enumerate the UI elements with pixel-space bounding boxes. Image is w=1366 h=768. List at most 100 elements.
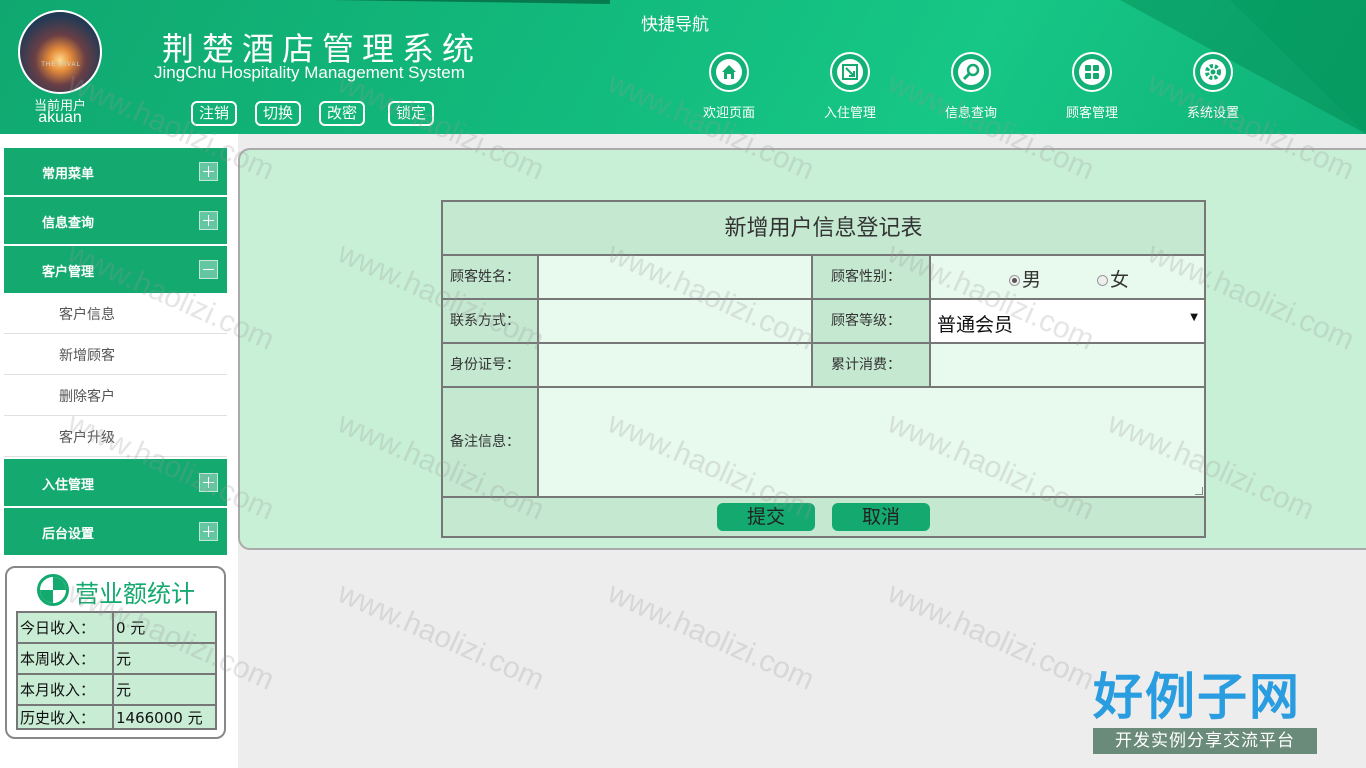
nav-checkin-label: 入住管理 (823, 106, 876, 121)
form-title: 新增用户信息登记表 (443, 202, 1204, 256)
nav-customer-label: 顾客管理 (1065, 106, 1118, 121)
id-number-input[interactable] (539, 344, 811, 386)
menu-backend-settings[interactable]: 后台设置 (4, 508, 227, 555)
submenu-label: 新增顾客 (59, 348, 115, 364)
current-user-name: akuan (38, 109, 82, 126)
plus-icon (199, 522, 218, 541)
plus-icon (199, 211, 218, 230)
total-spend-input[interactable] (931, 344, 1204, 386)
stat-label: 历史收入： (16, 704, 114, 730)
menu-backend-settings-label: 后台设置 (42, 527, 95, 542)
brand-name: 好例子网 (1093, 668, 1301, 726)
checkin-icon (830, 52, 870, 92)
cancel-button[interactable]: 取消 (832, 503, 930, 531)
nav-search[interactable]: 信息查询 (926, 52, 1016, 121)
stat-value: 元 (112, 673, 217, 706)
revenue-stats-title: 营业额统计 (75, 580, 195, 608)
revenue-table: 今日收入： 0 元 本周收入：元 本月收入：元 历史收入： 1466000 元 (16, 611, 217, 730)
menu-common-label: 常用菜单 (42, 167, 95, 182)
system-subtitle: JingChu Hospitality Management System (154, 63, 465, 82)
plus-icon (199, 162, 218, 181)
table-row: 本周收入：元 (16, 642, 217, 675)
phone-label: 联系方式： (443, 300, 539, 344)
plus-icon (199, 473, 218, 492)
spend-cell (931, 344, 1204, 388)
nav-welcome-label: 欢迎页面 (702, 106, 755, 121)
menu-checkin-mgmt-label: 入住管理 (42, 478, 95, 493)
stat-value: 1466000 元 (112, 704, 217, 730)
customer-registration-form: 新增用户信息登记表 顾客姓名： 顾客性别： 男 女 联系方式： 顾客等级： 普通… (441, 200, 1206, 538)
radio-unchecked-icon (1097, 275, 1108, 286)
header: THE RIVAL 当前用户 akuan 荆楚酒店管理系统 JingChu Ho… (0, 0, 1366, 134)
grid-icon (1072, 52, 1112, 92)
submenu-upgrade-customer[interactable]: 客户升级 (4, 416, 227, 457)
menu-info-query[interactable]: 信息查询 (4, 197, 227, 244)
stat-label: 本月收入： (16, 673, 114, 706)
menu-customer-mgmt[interactable]: 客户管理 (4, 246, 227, 293)
quick-nav-title: 快捷导航 (641, 15, 709, 35)
switch-user-button[interactable]: 切换 (255, 101, 302, 126)
dropdown-arrow-icon: ▼ (1190, 312, 1198, 323)
name-label: 顾客姓名： (443, 256, 539, 300)
submenu-add-customer[interactable]: 新增顾客 (4, 334, 227, 375)
level-select-value: 普通会员 (937, 314, 1014, 336)
radio-checked-icon (1009, 275, 1020, 286)
stat-label: 本周收入： (16, 642, 114, 675)
submenu-customer-info[interactable]: 客户信息 (4, 293, 227, 334)
gender-male-label: 男 (1022, 269, 1042, 291)
spend-label: 累计消费： (813, 344, 931, 388)
gear-icon (1193, 52, 1233, 92)
gender-label: 顾客性别： (813, 256, 931, 300)
level-label: 顾客等级： (813, 300, 931, 344)
submit-button[interactable]: 提交 (717, 503, 815, 531)
menu-checkin-mgmt[interactable]: 入住管理 (4, 459, 227, 506)
phone-cell (539, 300, 813, 344)
change-password-button[interactable]: 改密 (319, 101, 366, 126)
gender-female-radio[interactable]: 女 (1097, 265, 1129, 292)
remark-textarea[interactable] (539, 388, 1204, 498)
resize-handle-icon[interactable] (1195, 487, 1203, 495)
brand-logo: 好例子网 开发实例分享交流平台 (1093, 668, 1319, 754)
submenu-label: 删除客户 (59, 389, 115, 405)
nav-search-label: 信息查询 (944, 106, 997, 121)
table-row: 历史收入： 1466000 元 (16, 704, 217, 730)
phone-input[interactable] (539, 300, 811, 342)
menu-common[interactable]: 常用菜单 (4, 148, 227, 195)
id-cell (539, 344, 813, 388)
watermark-text: www.haolizi.com (333, 576, 550, 697)
avatar-text: THE RIVAL (41, 62, 81, 68)
submenu-label: 客户信息 (59, 307, 115, 323)
stat-value: 元 (112, 642, 217, 675)
level-select[interactable]: 普通会员 ▼ (931, 300, 1204, 344)
menu-info-query-label: 信息查询 (42, 216, 95, 231)
stat-label: 今日收入： (16, 611, 114, 644)
watermark-text: www.haolizi.com (883, 576, 1100, 697)
watermark-text: www.haolizi.com (603, 576, 820, 697)
menu-customer-mgmt-label: 客户管理 (42, 265, 95, 280)
table-row: 本月收入：元 (16, 673, 217, 706)
lock-button[interactable]: 锁定 (388, 101, 435, 126)
revenue-stats-panel: 营业额统计 今日收入： 0 元 本周收入：元 本月收入：元 历史收入： 146600… (5, 566, 226, 739)
logout-button[interactable]: 注销 (191, 101, 238, 126)
remark-label: 备注信息： (443, 388, 539, 498)
nav-settings-label: 系统设置 (1186, 106, 1239, 121)
pie-icon (37, 574, 69, 606)
name-input[interactable] (539, 256, 811, 298)
stat-value: 0 元 (112, 611, 217, 644)
submenu-label: 客户升级 (59, 430, 115, 446)
nav-customer[interactable]: 顾客管理 (1047, 52, 1137, 121)
table-row: 今日收入： 0 元 (16, 611, 217, 644)
gender-female-label: 女 (1110, 269, 1130, 291)
brand-tagline: 开发实例分享交流平台 (1093, 728, 1317, 754)
gender-male-radio[interactable]: 男 (1009, 265, 1041, 292)
search-icon (951, 52, 991, 92)
nav-settings[interactable]: 系统设置 (1168, 52, 1258, 121)
name-cell (539, 256, 813, 300)
user-avatar[interactable]: THE RIVAL (18, 10, 102, 94)
home-icon (709, 52, 749, 92)
nav-checkin[interactable]: 入住管理 (805, 52, 895, 121)
gender-cell: 男 女 (931, 256, 1204, 300)
submenu-delete-customer[interactable]: 删除客户 (4, 375, 227, 416)
id-label: 身份证号： (443, 344, 539, 388)
nav-welcome[interactable]: 欢迎页面 (684, 52, 774, 121)
